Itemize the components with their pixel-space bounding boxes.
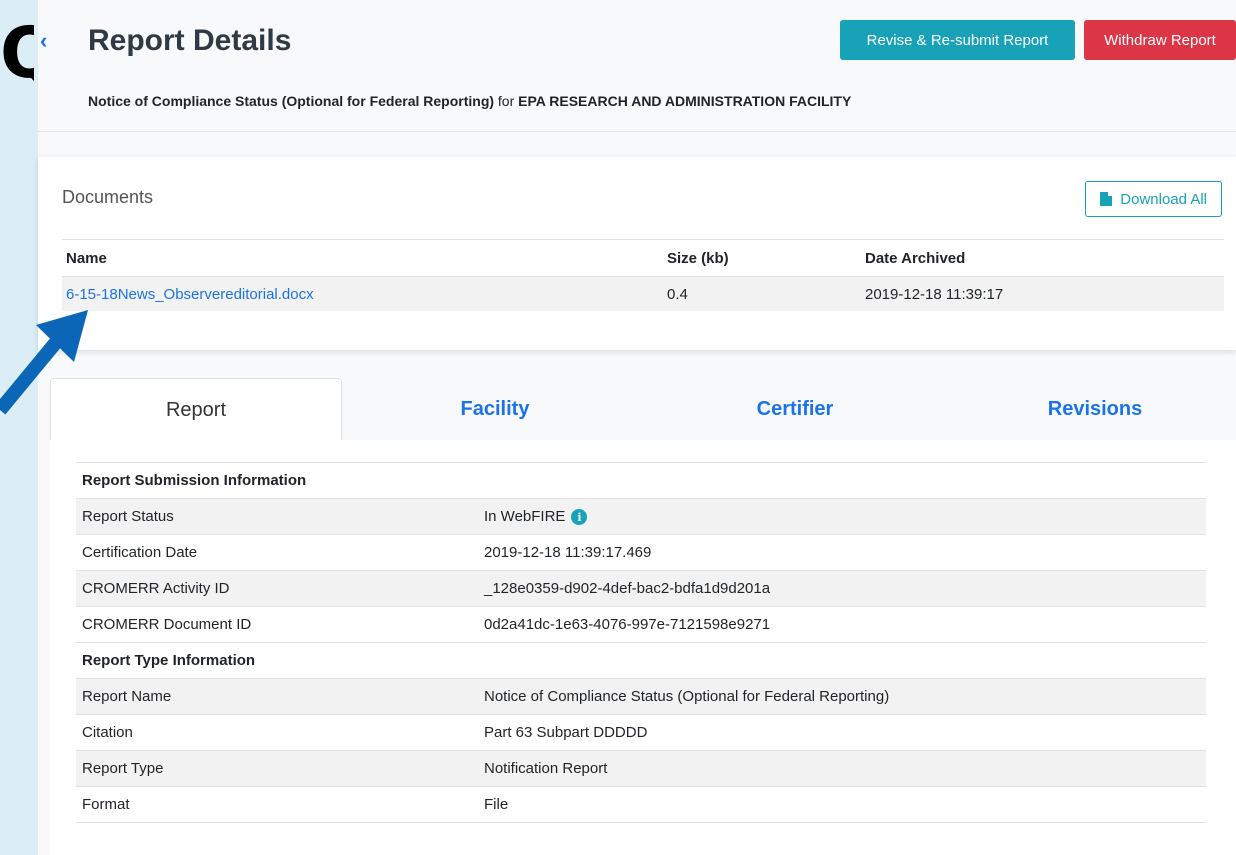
report-subtitle: Notice of Compliance Status (Optional fo… [88, 93, 851, 109]
document-date-cell: 2019-12-18 11:39:17 [861, 276, 1224, 311]
report-status-cell: In WebFIRE i [478, 498, 1206, 535]
table-row: Report Submission Information [76, 462, 1206, 499]
report-tab-panel: Report Submission Information Report Sta… [50, 440, 1236, 855]
document-link[interactable]: 6-15-18News_Observereditorial.docx [66, 286, 314, 303]
table-row: CROMERR Document ID 0d2a41dc-1e63-4076-9… [76, 606, 1206, 643]
report-status-value: In WebFIRE [484, 507, 566, 525]
document-id-label: CROMERR Document ID [76, 606, 478, 643]
format-label: Format [76, 786, 478, 823]
header-divider [38, 131, 1236, 132]
certification-date-label: Certification Date [76, 534, 478, 571]
document-id-value: 0d2a41dc-1e63-4076-997e-7121598e9271 [478, 606, 1206, 643]
report-info-table: Report Submission Information Report Sta… [76, 462, 1206, 823]
column-header-size: Size (kb) [663, 239, 861, 277]
citation-value: Part 63 Subpart DDDDD [478, 714, 1206, 751]
table-row: Report Status In WebFIRE i [76, 498, 1206, 535]
table-row: Report Type Information [76, 642, 1206, 679]
certification-date-value: 2019-12-18 11:39:17.469 [478, 534, 1206, 571]
report-type-value: Notification Report [478, 750, 1206, 787]
table-row: CROMERR Activity ID _128e0359-d902-4def-… [76, 570, 1206, 607]
download-all-label: Download All [1120, 190, 1207, 208]
citation-label: Citation [76, 714, 478, 751]
documents-title: Documents [62, 187, 154, 207]
page-title: Report Details [88, 24, 292, 57]
tab-report[interactable]: Report [50, 378, 342, 442]
tab-certifier[interactable]: Certifier [650, 378, 940, 440]
type-section-heading: Report Type Information [76, 642, 1206, 679]
table-row: Report Type Notification Report [76, 750, 1206, 787]
subtitle-facility-name: EPA RESEARCH AND ADMINISTRATION FACILITY [518, 93, 852, 109]
file-icon [1100, 192, 1113, 206]
table-row: Citation Part 63 Subpart DDDDD [76, 714, 1206, 751]
table-row: Format File [76, 786, 1206, 823]
column-header-name: Name [62, 239, 663, 277]
info-icon[interactable]: i [571, 509, 588, 526]
report-name-label: Report Name [76, 678, 478, 715]
report-status-label: Report Status [76, 498, 478, 535]
document-size-cell: 0.4 [663, 276, 861, 311]
table-row: 6-15-18News_Observereditorial.docx 0.4 2… [62, 276, 1224, 311]
format-value: File [478, 786, 1206, 823]
revise-resubmit-button[interactable]: Revise & Re-submit Report [840, 20, 1075, 60]
documents-table: Name Size (kb) Date Archived 6-15-18News… [62, 239, 1224, 311]
submission-section-heading: Report Submission Information [76, 462, 1206, 499]
table-row: Certification Date 2019-12-18 11:39:17.4… [76, 534, 1206, 571]
report-tabs: Report Facility Certifier Revisions [50, 378, 1236, 442]
tab-revisions[interactable]: Revisions [955, 378, 1235, 440]
document-name-cell: 6-15-18News_Observereditorial.docx [62, 276, 663, 311]
withdraw-report-button[interactable]: Withdraw Report [1084, 20, 1236, 60]
subtitle-for: for [497, 93, 515, 109]
tab-facility[interactable]: Facility [355, 378, 635, 440]
activity-id-label: CROMERR Activity ID [76, 570, 478, 607]
report-type-label: Report Type [76, 750, 478, 787]
download-all-button[interactable]: Download All [1085, 181, 1222, 217]
column-header-date: Date Archived [861, 239, 1224, 277]
chevron-left-icon[interactable]: ‹ [40, 28, 47, 54]
documents-card: Documents Download All Name Size (kb) Da… [38, 157, 1236, 350]
report-name-value: Notice of Compliance Status (Optional fo… [478, 678, 1206, 715]
documents-header-row: Name Size (kb) Date Archived [62, 239, 1224, 277]
cropped-letter-glyph: Q [0, 18, 34, 88]
table-row: Report Name Notice of Compliance Status … [76, 678, 1206, 715]
subtitle-report-name: Notice of Compliance Status (Optional fo… [88, 93, 495, 109]
activity-id-value: _128e0359-d902-4def-bac2-bdfa1d9d201a [478, 570, 1206, 607]
